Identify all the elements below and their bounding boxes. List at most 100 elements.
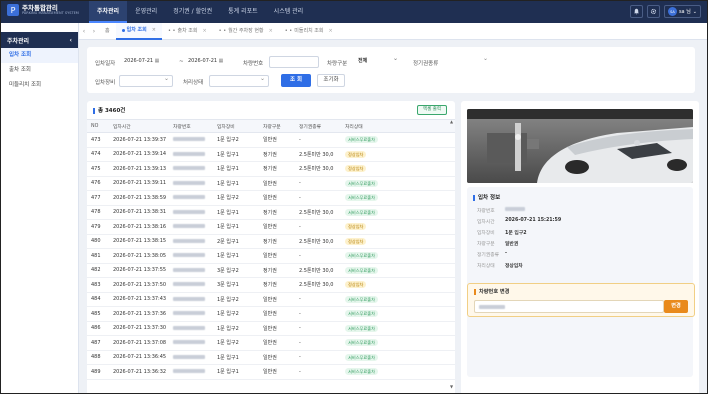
cell-entry-time: 2026-07-21 13:39:11 (109, 176, 169, 191)
cell-status: 서비스무료출차 (341, 306, 455, 322)
table-row[interactable]: 485 2026-07-21 13:37:36 1문 입구2 일반권 - 서비스무료출차 (87, 306, 455, 322)
table-row[interactable]: 480 2026-07-21 13:38:15 2문 입구1 정기권 2.5톤미만 30… (87, 234, 455, 249)
tab-monthly-status[interactable]: • • 월간 주차장 현황 × (213, 23, 279, 40)
user-menu[interactable]: SA sa 님 ⌄ (663, 5, 701, 18)
cell-entry-time: 2026-07-21 13:39:13 (109, 161, 169, 177)
info-row-vehicle-type: 차량구분 일반권 (477, 242, 519, 247)
cell-vehicle-type: 일반권 (259, 190, 295, 206)
table-row[interactable]: 473 2026-07-21 13:39:37 1문 입구2 일반권 - 서비스무료출차 (87, 132, 455, 148)
cell-plate (169, 350, 213, 365)
col-header-plate[interactable]: 차량번호 (169, 119, 213, 133)
tab-unsettled-search[interactable]: • • 미들리치 조회 × (279, 23, 339, 40)
nav-parking-management[interactable]: 주차관리 (89, 1, 128, 23)
sidebar-item-unsettled-search[interactable]: 미들리치 조회 (1, 78, 78, 93)
table-row[interactable]: 474 2026-07-21 13:39:14 1문 입구1 정기권 2.5톤미만 30… (87, 147, 455, 162)
sidebar-item-entry-search[interactable]: 입차 조회 (1, 48, 78, 63)
cell-vehicle-type: 일반권 (259, 335, 295, 351)
detail-panel: 입차 정보 차량번호 입차시간 2026-07-21 15:21:59 입차장비 1… (461, 101, 699, 393)
entry-gate-label: 입차장비 (95, 80, 116, 86)
sidebar-header[interactable]: 주차관리 ‹ (1, 32, 78, 48)
tab-entry-search[interactable]: 입차 조회 × (115, 22, 162, 40)
cell-plate (169, 190, 213, 206)
tab-home[interactable]: 홈 (99, 23, 116, 40)
table-row[interactable]: 481 2026-07-21 13:38:05 1문 입구1 일반권 - 서비스무료출차 (87, 248, 455, 264)
app-logo[interactable]: P 주차통합관리 PARKING MANAGEMENT SYSTEM (7, 4, 79, 16)
table-scrollbar[interactable]: ▲ ▼ (450, 119, 453, 389)
table-row[interactable]: 484 2026-07-21 13:37:43 1문 입구2 일반권 - 서비스무료출차 (87, 292, 455, 307)
app-subtitle: PARKING MANAGEMENT SYSTEM (22, 11, 79, 15)
table-row[interactable]: 478 2026-07-21 13:38:31 1문 입구1 정기권 2.5톤미만 30… (87, 205, 455, 220)
close-icon[interactable]: × (202, 23, 206, 40)
collapse-icon[interactable]: ‹ (70, 37, 72, 44)
table-row[interactable]: 486 2026-07-21 13:37:30 1문 입구2 일반권 - 서비스무료출차 (87, 321, 455, 336)
col-header-no[interactable]: NO (87, 119, 109, 133)
sidebar-item-exit-search[interactable]: 출차 조회 (1, 63, 78, 78)
process-status-label: 처리상태 (183, 80, 204, 86)
cell-vehicle-type: 일반권 (259, 292, 295, 307)
season-type-select[interactable] (445, 54, 491, 68)
calendar-icon: ▦ (154, 58, 160, 64)
cell-no: 479 (87, 219, 109, 235)
table-row[interactable]: 475 2026-07-21 13:39:13 1문 입구1 정기권 2.5톤미만 30… (87, 161, 455, 177)
table-row[interactable]: 476 2026-07-21 13:39:11 1문 입구1 일반권 - 서비스무료출차 (87, 176, 455, 191)
vehicle-type-select[interactable]: 전체 (355, 54, 401, 68)
plate-change-button[interactable]: 변경 (664, 300, 688, 313)
cell-vehicle-type: 정기권 (259, 263, 295, 278)
table-row[interactable]: 483 2026-07-21 13:37:50 3문 입구1 정기권 2.5톤미만 30… (87, 277, 455, 293)
reset-button[interactable]: 조기화 (317, 74, 345, 87)
entry-gate-select[interactable] (119, 74, 173, 87)
cell-no: 477 (87, 190, 109, 206)
table-row[interactable]: 488 2026-07-21 13:36:45 1문 입구1 일반권 - 서비스무료출차 (87, 350, 455, 365)
plate-redacted (173, 224, 205, 229)
table-row[interactable]: 489 2026-07-21 13:36:32 1문 입구1 일반권 - 서비스무료출차 (87, 364, 455, 380)
status-badge: 서비스무료출차 (345, 136, 378, 144)
entry-date-label: 입차일자 (95, 61, 116, 67)
col-header-vehicle-type[interactable]: 차량구분 (259, 119, 295, 133)
gear-icon[interactable] (646, 5, 660, 18)
plate-redacted (173, 151, 205, 156)
table-row[interactable]: 482 2026-07-21 13:37:55 3문 입구2 정기권 2.5톤미만 30… (87, 263, 455, 278)
cell-season-type: - (295, 292, 341, 307)
plate-number-input[interactable] (269, 56, 319, 68)
cell-no: 476 (87, 176, 109, 191)
cell-status: 정상입차 (341, 234, 455, 249)
table-row[interactable]: 477 2026-07-21 13:38:59 1문 입구2 일반권 - 서비스무료출차 (87, 190, 455, 206)
tab-scroll-left-icon[interactable]: ‹ (79, 28, 89, 35)
date-from-field[interactable]: 2026-07-21 ▦ (121, 56, 177, 68)
plate-change-input[interactable] (474, 300, 664, 313)
close-icon[interactable]: × (328, 23, 332, 40)
top-navbar: P 주차통합관리 PARKING MANAGEMENT SYSTEM 주차관리 … (1, 1, 707, 23)
entry-table-panel: 총 3460건 엑셀 출력 NO 입차시간 차량번호 입차장비 차량구분 정기권… (87, 101, 455, 393)
cell-no: 486 (87, 321, 109, 336)
status-badge: 서비스무료출차 (345, 194, 378, 202)
vehicle-photo (467, 109, 693, 183)
status-badge: 정상입차 (345, 237, 367, 245)
info-row-gate: 입차장비 1문 입구2 (477, 231, 527, 236)
table-row[interactable]: 479 2026-07-21 13:38:16 1문 입구1 일반권 - 정상입차 (87, 219, 455, 235)
nav-operation-management[interactable]: 운영관리 (127, 1, 165, 23)
col-header-status[interactable]: 처리상태 (341, 119, 455, 133)
date-to-field[interactable]: 2026-07-21 ▦ (185, 56, 241, 68)
tab-scroll-right-icon[interactable]: › (89, 28, 99, 35)
nav-statistics-report[interactable]: 통계 리포트 (220, 1, 266, 23)
cell-season-type: 2.5톤미만 30,0 (295, 161, 341, 177)
tab-exit-search[interactable]: • • 출차 조회 × (162, 23, 213, 40)
sidebar: 주차관리 ‹ 입차 조회 출차 조회 미들리치 조회 (1, 23, 79, 393)
close-icon[interactable]: × (152, 22, 156, 39)
cell-entry-time: 2026-07-21 13:36:32 (109, 364, 169, 380)
process-status-select[interactable] (209, 74, 269, 87)
col-header-entry-time[interactable]: 입차시간 (109, 119, 169, 133)
col-header-gate[interactable]: 입차장비 (213, 119, 259, 133)
nav-system-management[interactable]: 시스템 관리 (266, 1, 312, 23)
table-row[interactable]: 487 2026-07-21 13:37:08 1문 입구2 일반권 - 서비스무료출차 (87, 335, 455, 351)
search-button[interactable]: 조 회 (281, 74, 311, 87)
excel-export-button[interactable]: 엑셀 출력 (417, 105, 447, 115)
nav-season-discount[interactable]: 정기권 / 할인권 (165, 1, 220, 23)
cell-vehicle-type: 일반권 (259, 132, 295, 148)
scroll-down-icon[interactable]: ▼ (450, 384, 453, 389)
cell-vehicle-type: 일반권 (259, 306, 295, 322)
close-icon[interactable]: × (269, 23, 273, 40)
bell-icon[interactable] (629, 5, 643, 18)
col-header-season-type[interactable]: 정기권종류 (295, 119, 341, 133)
scroll-up-icon[interactable]: ▲ (450, 119, 453, 124)
